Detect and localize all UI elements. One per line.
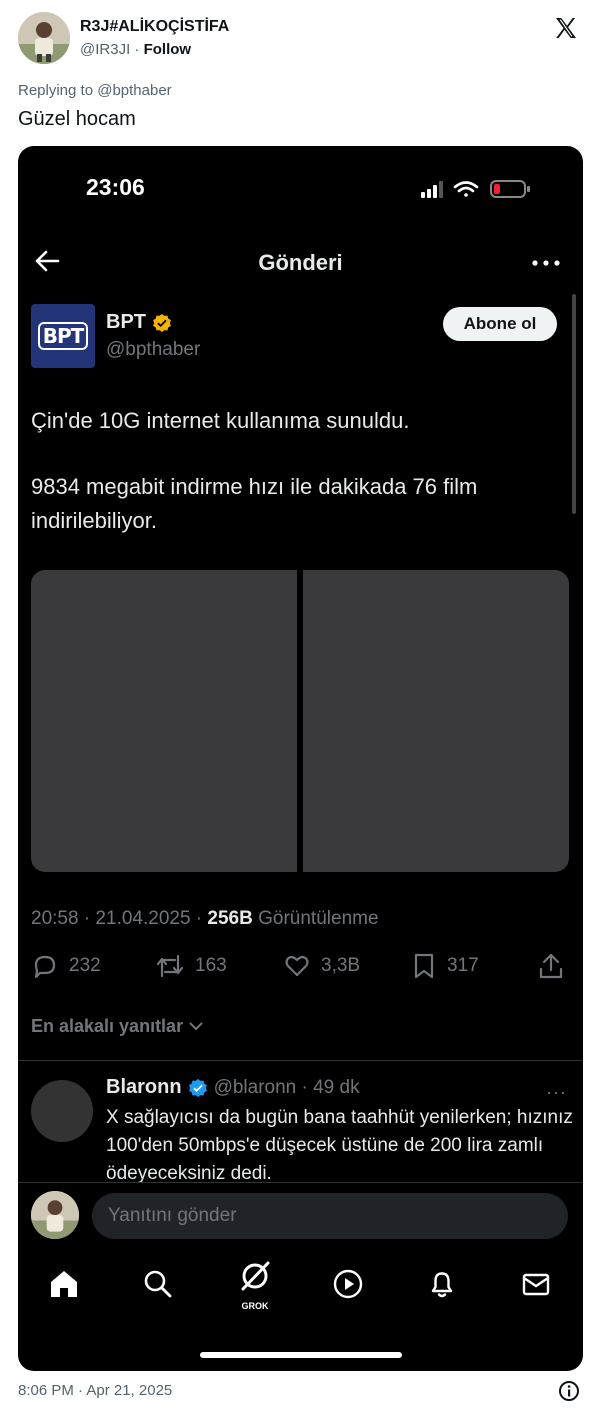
post-author-name[interactable]: BPT	[106, 311, 146, 334]
post-media[interactable]	[31, 570, 569, 872]
repost-count: 163	[195, 955, 227, 976]
bell-icon	[431, 1272, 453, 1298]
mail-icon	[522, 1273, 550, 1296]
post-date[interactable]: 20:58 · 21.04.2025 ·	[31, 908, 207, 929]
chevron-down-icon	[189, 1022, 203, 1031]
media-image-1[interactable]	[31, 570, 297, 872]
compose-avatar	[31, 1191, 79, 1239]
home-icon	[51, 1271, 77, 1297]
search-icon	[144, 1270, 172, 1298]
reply-sort-label: En alakalı yanıtlar	[31, 1016, 184, 1036]
status-time: 23:06	[86, 174, 145, 200]
post-author-handle[interactable]: @bpthaber	[106, 339, 200, 361]
verified-blue-icon	[188, 1078, 207, 1097]
divider	[18, 1060, 583, 1061]
nav-title: Gönderi	[258, 250, 343, 275]
like-count: 3,3B	[321, 955, 361, 976]
battery-icon	[490, 180, 530, 198]
share-icon	[539, 953, 563, 979]
grok-icon	[241, 1261, 270, 1291]
author-meta: @IR3JI · Follow	[80, 41, 191, 58]
reply-author-name[interactable]: Blaronn	[106, 1076, 182, 1099]
tab-media[interactable]	[330, 1266, 366, 1302]
wifi-icon	[453, 181, 479, 197]
media-image-2[interactable]	[303, 570, 569, 872]
more-options-icon[interactable]	[531, 258, 561, 268]
share-action[interactable]	[537, 952, 565, 980]
subscribe-button[interactable]: Abone ol	[443, 307, 557, 341]
reply-text: X sağlayıcısı da bugün bana taahhüt yeni…	[106, 1107, 573, 1182]
reply-count: 232	[69, 955, 101, 976]
grok-label: GROK	[241, 1301, 269, 1311]
bookmark-icon	[414, 953, 434, 979]
post-author[interactable]: BPT	[106, 311, 172, 334]
tab-home[interactable]	[46, 1266, 82, 1302]
home-indicator[interactable]	[200, 1352, 402, 1358]
info-icon[interactable]	[558, 1380, 580, 1402]
heart-icon	[285, 955, 309, 977]
tab-search[interactable]	[140, 1266, 176, 1302]
tab-messages[interactable]	[518, 1266, 554, 1302]
views-count: 256B	[207, 908, 253, 929]
bpt-avatar[interactable]: BPT	[31, 304, 95, 368]
scrollbar[interactable]	[572, 294, 576, 514]
post-paragraph-2: 9834 megabit indirme hızı ile dakikada 7…	[31, 474, 478, 533]
bookmark-action[interactable]: 317	[411, 952, 479, 980]
repost-icon	[156, 954, 184, 978]
reply-sort[interactable]: En alakalı yanıtlar	[31, 1016, 204, 1037]
tweet-text: Güzel hocam	[18, 108, 136, 130]
follow-button[interactable]: Follow	[144, 41, 192, 58]
status-icons	[421, 180, 530, 198]
post-paragraph-1: Çin'de 10G internet kullanıma sunuldu.	[31, 408, 410, 433]
reply-more-icon[interactable]: ···	[546, 1082, 567, 1103]
author-name[interactable]: R3J#ALİKOÇİSTİFA	[80, 18, 229, 36]
tab-notifications[interactable]	[424, 1266, 460, 1302]
reply-action[interactable]: 232	[31, 952, 101, 980]
tab-grok[interactable]	[237, 1258, 273, 1294]
replying-to[interactable]: Replying to @bpthaber	[18, 82, 172, 99]
post-meta: 20:58 · 21.04.2025 · 256B Görüntülenme	[31, 908, 379, 930]
compose-bar	[18, 1182, 583, 1240]
views-label: Görüntülenme	[252, 908, 379, 929]
signal-icon	[421, 181, 443, 198]
post-body: Çin'de 10G internet kullanıma sunuldu. 9…	[31, 404, 561, 570]
bpt-logo-text: BPT	[37, 322, 89, 350]
like-action[interactable]: 3,3B	[283, 952, 360, 980]
tweet-timestamp[interactable]: 8:06 PM · Apr 21, 2025	[18, 1382, 172, 1399]
tab-bar	[18, 1246, 583, 1326]
x-logo-icon[interactable]	[554, 16, 578, 40]
verified-gold-icon	[153, 313, 171, 332]
author-handle[interactable]: @IR3JI	[80, 41, 130, 58]
bookmark-count: 317	[447, 955, 479, 976]
embed-header: R3J#ALİKOÇİSTİFA @IR3JI · Follow	[18, 12, 582, 66]
attached-screenshot[interactable]: 23:06 Gönderi BPT BPT @bpthaber Abone ol…	[18, 146, 583, 1371]
reply-icon	[34, 955, 56, 979]
reply-author[interactable]: Blaronn @blaronn · 49 dk	[106, 1076, 360, 1099]
separator: ·	[134, 41, 140, 58]
author-avatar[interactable]	[18, 12, 70, 64]
reply-input[interactable]	[92, 1193, 568, 1239]
reply-meta: @blaronn · 49 dk	[213, 1076, 360, 1098]
play-icon	[333, 1269, 363, 1299]
post-actions: 232 163 3,3B 317	[31, 952, 571, 986]
repost-action[interactable]: 163	[155, 952, 227, 980]
reply-avatar[interactable]	[31, 1080, 93, 1142]
